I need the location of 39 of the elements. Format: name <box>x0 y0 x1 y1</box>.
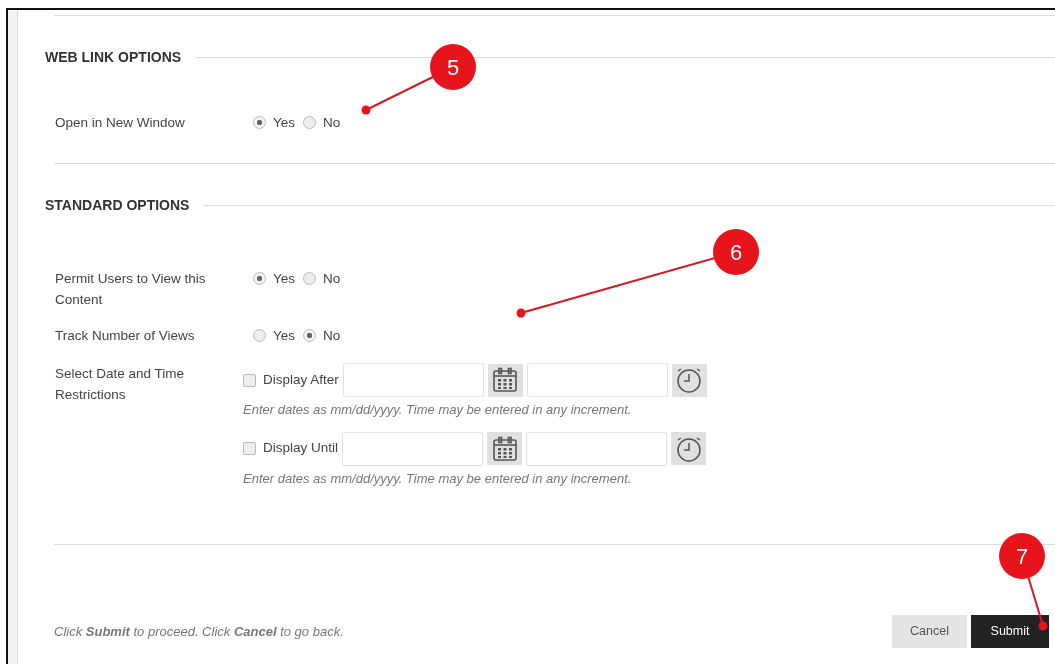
field-label: Open in New Window <box>55 114 186 132</box>
field-label: Track Number of Views <box>55 327 196 345</box>
date-field[interactable] <box>342 431 484 466</box>
radio-label: Yes <box>273 114 296 132</box>
radio-label: No <box>323 270 341 288</box>
calendar-button[interactable] <box>487 432 523 465</box>
clock-button[interactable] <box>671 432 707 465</box>
clock-button[interactable] <box>671 363 707 397</box>
cancel-button[interactable]: Cancel <box>892 615 967 648</box>
hint-text: Enter dates as mm/dd/yyyy. Time may be entered in any increment. <box>243 401 633 419</box>
checkbox[interactable] <box>243 373 256 387</box>
checkbox-label: Display Until <box>263 439 339 458</box>
submit-button[interactable]: Submit <box>971 615 1049 648</box>
date-field[interactable] <box>342 363 484 397</box>
radio-button[interactable] <box>303 272 317 285</box>
radio-button[interactable] <box>253 116 266 129</box>
radio-label: Yes <box>273 327 296 345</box>
time-field[interactable] <box>526 431 668 466</box>
radio-label: No <box>323 327 341 345</box>
clock-icon <box>675 366 704 394</box>
calendar-button[interactable] <box>487 363 523 397</box>
radio-button[interactable] <box>253 329 266 342</box>
checkbox[interactable] <box>243 442 256 455</box>
section-heading: STANDARD OPTIONS <box>45 196 190 215</box>
radio-button[interactable] <box>303 116 317 129</box>
radio-button[interactable] <box>253 272 266 285</box>
field-label: Permit Users to View this Content <box>55 270 207 309</box>
checkbox-label: Display After <box>263 370 339 389</box>
radio-button[interactable] <box>303 329 317 342</box>
clock-icon <box>674 434 703 463</box>
field-label: Select Date and Time Restrictions <box>55 365 186 404</box>
calendar-icon <box>492 367 519 393</box>
instruction-text: Click Submit to proceed. Click Cancel to go back. <box>54 622 344 641</box>
radio-label: Yes <box>273 270 296 288</box>
time-field[interactable] <box>526 363 668 397</box>
section-heading: WEB LINK OPTIONS <box>45 48 182 67</box>
hint-text: Enter dates as mm/dd/yyyy. Time may be entered in any increment. <box>243 469 633 488</box>
radio-label: No <box>323 114 341 132</box>
calendar-icon <box>491 435 518 462</box>
